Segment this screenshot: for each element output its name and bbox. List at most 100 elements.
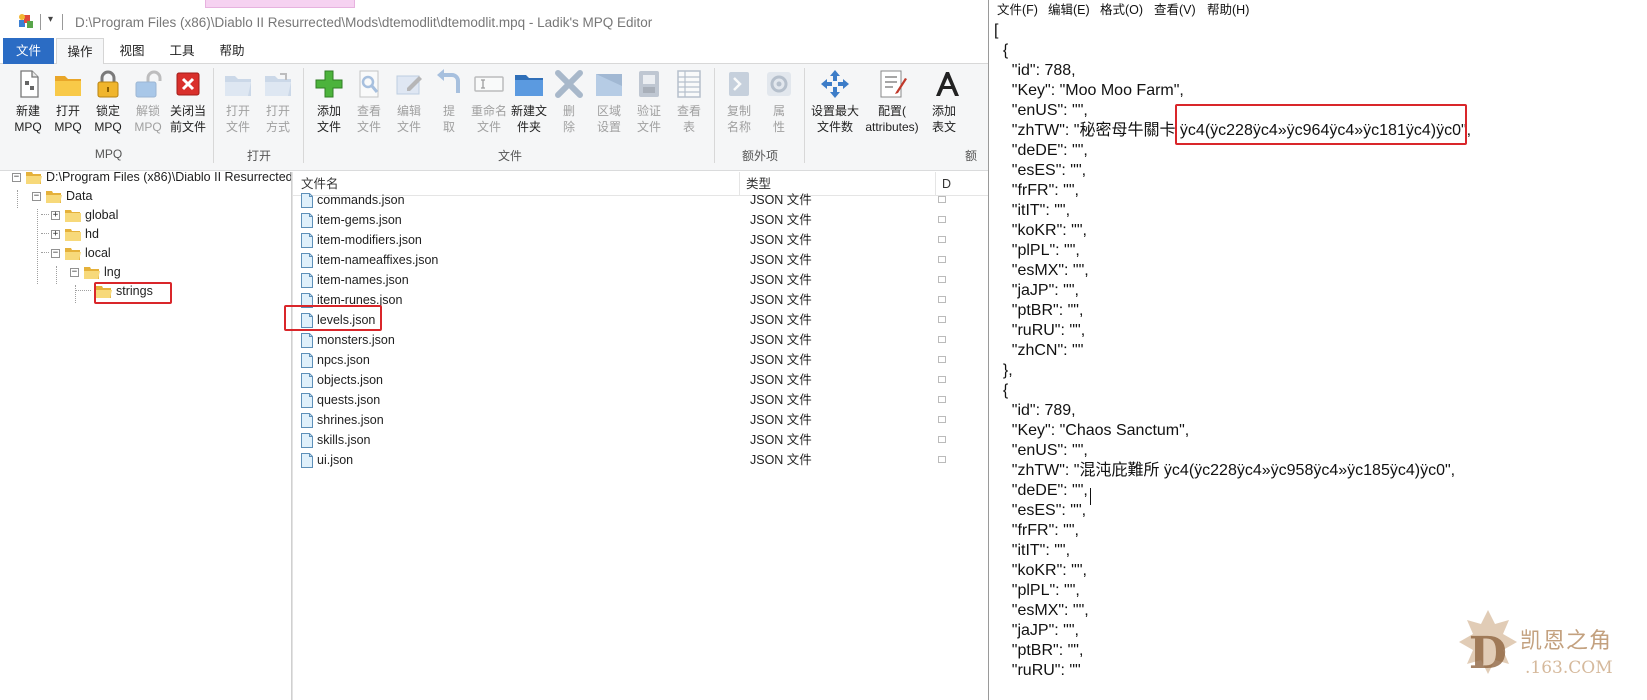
collapse-icon[interactable]: −: [32, 192, 41, 201]
tree-node-label: local: [85, 246, 111, 260]
expand-icon[interactable]: +: [51, 211, 60, 220]
group-separator: [714, 68, 715, 163]
collapse-icon[interactable]: −: [70, 268, 79, 277]
text-line: "esES": "",: [994, 162, 1087, 179]
file-row[interactable]: monsters.json JSON 文件: [293, 330, 988, 350]
new-folder-button[interactable]: 新建文 件夹: [508, 68, 550, 135]
text-line: "esMX": "",: [994, 602, 1089, 619]
edit-file-button[interactable]: 编辑 文件: [388, 68, 430, 135]
file-row[interactable]: npcs.json JSON 文件: [293, 350, 988, 370]
folder-icon: [65, 210, 81, 222]
collapse-icon[interactable]: −: [51, 249, 60, 258]
file-extra-cell: [938, 436, 946, 443]
file-row[interactable]: commands.json JSON 文件: [293, 190, 988, 210]
collapse-icon[interactable]: −: [12, 173, 21, 182]
new-folder-icon: [515, 75, 543, 96]
file-row[interactable]: shrines.json JSON 文件: [293, 410, 988, 430]
open-mpq-button[interactable]: 打开 MPQ: [47, 68, 89, 135]
folder-open-icon: [84, 267, 100, 279]
menu-help[interactable]: 帮助(H): [1207, 0, 1249, 18]
menu-file[interactable]: 文件(F): [997, 0, 1038, 18]
tab-operations[interactable]: 操作: [56, 38, 104, 65]
rename-file-button[interactable]: 重命名 文件: [468, 68, 510, 135]
properties-button[interactable]: 属 性: [758, 68, 800, 135]
file-name: skills.json: [317, 433, 371, 447]
file-type: JSON 文件: [750, 393, 812, 407]
menu-format[interactable]: 格式(O): [1100, 0, 1143, 18]
tree-line: [41, 214, 49, 215]
file-row[interactable]: item-gems.json JSON 文件: [293, 210, 988, 230]
edit-file-label: 编辑 文件: [396, 104, 421, 134]
file-name: item-nameaffixes.json: [317, 253, 439, 267]
attributes-button[interactable]: 配置( attributes): [862, 68, 922, 135]
tab-file[interactable]: 文件: [3, 38, 54, 64]
file-type: JSON 文件: [750, 433, 812, 447]
group-separator: [303, 68, 304, 163]
tab-tools[interactable]: 工具: [158, 38, 206, 64]
file-extra-cell: [938, 296, 946, 303]
file-row[interactable]: item-names.json JSON 文件: [293, 270, 988, 290]
file-type: JSON 文件: [750, 453, 812, 467]
qat-dropdown-icon[interactable]: ▾: [48, 14, 53, 25]
file-row[interactable]: skills.json JSON 文件: [293, 430, 988, 450]
close-file-button[interactable]: 关闭当 前文件: [167, 68, 209, 135]
app-icon[interactable]: [18, 13, 34, 29]
menu-view[interactable]: 查看(V): [1154, 0, 1196, 18]
tab-view[interactable]: 视图: [108, 38, 156, 64]
set-max-files-button[interactable]: 设置最大 文件数: [810, 68, 860, 135]
file-row[interactable]: item-nameaffixes.json JSON 文件: [293, 250, 988, 270]
file-list[interactable]: 文件名 类型 D commands.json JSON 文件 item-gems.j…: [292, 172, 988, 700]
view-table-button[interactable]: 查看 表: [668, 68, 710, 135]
delete-button[interactable]: 删 除: [548, 68, 590, 135]
open-with-button[interactable]: 打开 方式: [257, 68, 299, 135]
text-line: "jaJP": "",: [994, 622, 1079, 639]
file-name: shrines.json: [317, 413, 384, 427]
file-type: JSON 文件: [750, 233, 812, 247]
expand-icon[interactable]: +: [51, 230, 60, 239]
group-separator: [804, 68, 805, 163]
folder-tree[interactable]: − D:\Program Files (x86)\Diablo II Resur…: [0, 172, 292, 700]
open-folder-icon: [55, 76, 81, 96]
add-table-button[interactable]: 添加 表文: [924, 68, 964, 135]
file-row[interactable]: item-modifiers.json JSON 文件: [293, 230, 988, 250]
lock-mpq-button[interactable]: 锁定 MPQ: [87, 68, 129, 135]
view-file-button[interactable]: 查看 文件: [348, 68, 390, 135]
verify-file-button[interactable]: 验证 文件: [628, 68, 670, 135]
unlock-icon: [135, 70, 162, 98]
file-extra-cell: [938, 316, 946, 323]
menu-edit[interactable]: 编辑(E): [1048, 0, 1090, 18]
copy-name-button[interactable]: 复制 名称: [718, 68, 760, 135]
file-extra-cell: [938, 456, 946, 463]
rename-icon: [474, 76, 504, 92]
extract-button[interactable]: 提 取: [428, 68, 470, 135]
locale-button[interactable]: 区域 设置: [588, 68, 630, 135]
table-icon: [677, 70, 701, 98]
verify-icon: [639, 71, 659, 97]
tree-node-label: lng: [104, 265, 121, 279]
tree-line: [56, 266, 57, 284]
add-file-button[interactable]: 添加 文件: [308, 68, 350, 135]
file-name: commands.json: [317, 193, 405, 207]
notepad-menu-bar: 文件(F) 编辑(E) 格式(O) 查看(V) 帮助(H): [989, 0, 1647, 18]
new-folder-label: 新建文 件夹: [510, 104, 547, 134]
open-file-button[interactable]: 打开 文件: [217, 68, 259, 135]
tree-line: [75, 285, 76, 303]
file-row[interactable]: quests.json JSON 文件: [293, 390, 988, 410]
unlock-mpq-button[interactable]: 解锁 MPQ: [127, 68, 169, 135]
folder-open-icon: [65, 248, 81, 260]
file-row[interactable]: objects.json JSON 文件: [293, 370, 988, 390]
tree-line: [75, 290, 91, 291]
file-row[interactable]: ui.json JSON 文件: [293, 450, 988, 470]
text-line: "itIT": "",: [994, 542, 1071, 559]
new-mpq-button[interactable]: 新建 MPQ: [7, 68, 49, 135]
locale-label: 区域 设置: [596, 104, 621, 134]
tab-help[interactable]: 帮助: [208, 38, 256, 64]
json-file-icon: [301, 373, 313, 388]
group-label-open: 打开: [246, 149, 271, 163]
file-row[interactable]: levels.json JSON 文件: [293, 310, 988, 330]
text-line: [: [994, 22, 999, 39]
json-file-icon: [301, 193, 313, 208]
file-name: monsters.json: [317, 333, 395, 347]
json-file-icon: [301, 313, 313, 328]
file-row[interactable]: item-runes.json JSON 文件: [293, 290, 988, 310]
